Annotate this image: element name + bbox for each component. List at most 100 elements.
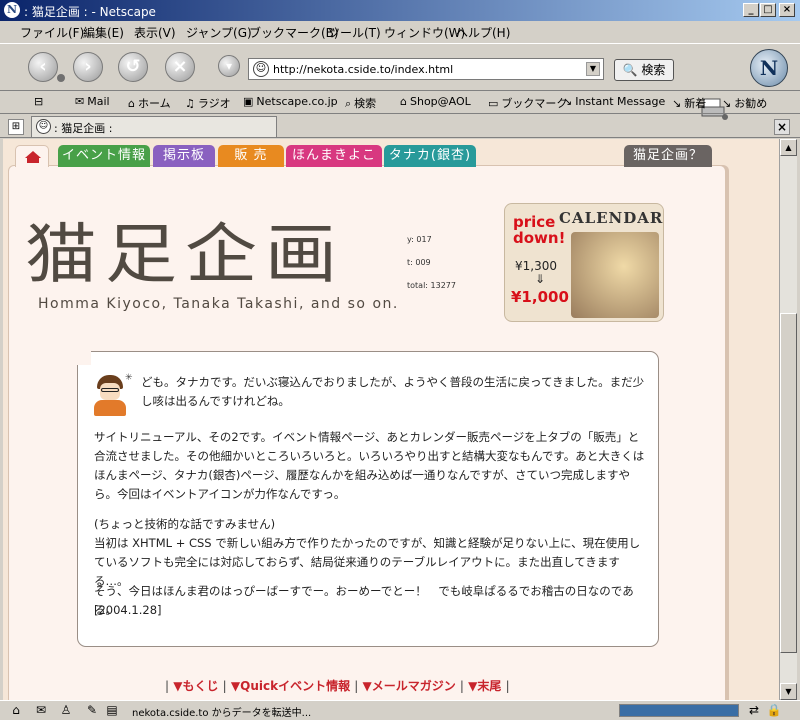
bookmark-search[interactable]: ⌕ 検索 (345, 95, 376, 111)
calendar-banner[interactable]: price down! CALENDAR ¥1,300 ⇓ ¥1,000 (504, 203, 664, 322)
bookmark-link-icon: ↘ (722, 97, 732, 110)
address-book-icon[interactable]: ▤ (104, 703, 120, 718)
bookmark-link-icon: ↘ (672, 97, 682, 110)
menu-edit[interactable]: 編集(E) (83, 24, 124, 41)
bookmark-link-icon: ↘ (563, 95, 573, 108)
bottom-navigation: | ▼もくじ | ▼Quickイベント情報 | ▼メールマガジン | ▼末尾 | (165, 679, 510, 693)
forward-arrow-icon[interactable]: › (73, 52, 103, 82)
old-price: ¥1,300 (515, 259, 557, 273)
vertical-scrollbar[interactable]: ▲ ▼ (779, 139, 797, 700)
nav-mail-magazine-link[interactable]: ▼メールマガジン (363, 679, 456, 693)
tab-shop[interactable]: 販 売 (218, 145, 284, 167)
browser-tab[interactable]: ☺ : 猫足企画 : (31, 116, 277, 137)
menu-help[interactable]: ヘルプ(H) (456, 24, 510, 41)
url-bar[interactable]: ☺ http://nekota.cside.to/index.html ▼ (248, 58, 604, 80)
mail-status-icon[interactable]: ✉ (33, 703, 49, 718)
radio-icon: ♫ (185, 97, 195, 110)
personal-toolbar-menu-icon[interactable]: ⊟ (34, 95, 43, 108)
navigation-toolbar: ‹ › ↺ × ☺ http://nekota.cside.to/index.h… (0, 43, 800, 120)
site-favicon: ☺ (253, 61, 269, 77)
menu-view[interactable]: 表示(V) (134, 24, 176, 41)
message-paragraph-3: (ちょっと技術的な話ですみません) 当初は XHTML + CSS で新しい組み… (94, 517, 641, 588)
counter-total: total: 13277 (407, 281, 456, 290)
online-status-icon[interactable]: ⇄ (746, 703, 762, 718)
nav-quick-events-link[interactable]: ▼Quickイベント情報 (231, 679, 350, 693)
tab-tanaka[interactable]: タナカ(銀杏) (384, 145, 476, 167)
bookmark-folder[interactable]: ▭ ブックマーク (488, 95, 567, 111)
stop-icon[interactable]: × (165, 52, 195, 82)
tab-strip: ☺ : 猫足企画 : (0, 116, 800, 138)
loading-progress-bar (619, 704, 739, 717)
url-text[interactable]: http://nekota.cside.to/index.html (273, 63, 453, 76)
price-arrow: ⇓ (535, 272, 546, 286)
bookmark-new[interactable]: ↘ 新着 (672, 95, 706, 111)
status-bar: ⌂ ✉ ♙ ✎ ▤ nekota.cside.to からデータを転送中... ⇄… (0, 700, 800, 720)
bookmark-shop-aol[interactable]: ⌂ Shop@AOL (400, 95, 471, 108)
close-window-button[interactable]: × (779, 3, 795, 17)
mail-icon: ✉ (75, 95, 85, 108)
menu-window[interactable]: ウィンドウ(W) (384, 24, 465, 41)
netscape-my-icon: ▣ (243, 95, 254, 108)
maximize-button[interactable]: □ (760, 3, 776, 17)
magnifier-icon: ⌕ (345, 97, 352, 110)
home-icon: ⌂ (128, 97, 135, 110)
counter-today: t: 009 (407, 258, 431, 267)
reload-icon[interactable]: ↺ (118, 52, 148, 82)
instant-messenger-icon[interactable]: ♙ (58, 703, 74, 718)
calendar-artwork (571, 232, 659, 318)
shop-icon: ⌂ (400, 95, 407, 108)
bookmark-mail[interactable]: ✉ Mail (75, 95, 110, 108)
scroll-down-icon[interactable]: ▼ (780, 683, 797, 700)
bookmark-netscape[interactable]: ▣ Netscape.co.jp (243, 95, 338, 108)
browser-tab-label: : 猫足企画 : (54, 122, 113, 135)
tab-bbs[interactable]: 掲示板 (153, 145, 215, 167)
new-tab-icon[interactable]: ⊞ (8, 119, 24, 135)
bookmark-radio[interactable]: ♫ ラジオ (185, 95, 231, 111)
tanaka-avatar: ✳ (93, 373, 133, 417)
sparkle-icon: ✳ (125, 373, 133, 383)
navigator-icon[interactable]: ⌂ (8, 703, 24, 718)
security-lock-icon[interactable]: 🔒 (766, 703, 782, 718)
netscape-app-icon[interactable]: N (4, 2, 20, 18)
close-tab-button[interactable]: × (774, 119, 790, 135)
nav-end-link[interactable]: ▼末尾 (468, 679, 501, 693)
message-paragraph-2: サイトリニューアル、その2です。イベント情報ページ、あとカレンダー販売ページを上… (94, 430, 645, 501)
bookmark-instant-message[interactable]: ↘ Instant Message (563, 95, 665, 108)
back-arrow-icon[interactable]: ‹ (28, 52, 58, 82)
window-titlebar: N : 猫足企画 : - Netscape _ □ × (0, 0, 800, 21)
menu-tools[interactable]: ツール(T) (328, 24, 381, 41)
scroll-thumb[interactable] (780, 313, 797, 653)
home-tab[interactable] (15, 145, 49, 167)
message-date: [2004.1.28] (94, 603, 162, 617)
page-content: イベント情報 掲示板 販 売 ほんまきよこ タナカ(銀杏) 猫足企画？ 猫足企画… (3, 139, 779, 700)
new-price: ¥1,000 (511, 288, 569, 306)
composer-icon[interactable]: ✎ (84, 703, 100, 718)
back-dropdown-icon[interactable] (57, 74, 65, 82)
bookmark-home[interactable]: ⌂ ホーム (128, 95, 171, 111)
message-paragraph-1: ども。タナカです。だいぶ寝込んでおりましたが、ようやく普段の生活に戻ってきました… (141, 375, 645, 408)
netscape-logo-icon[interactable]: N (750, 49, 788, 87)
nav-contents-link[interactable]: ▼もくじ (173, 679, 218, 693)
window-title: : 猫足企画 : - Netscape (24, 5, 156, 19)
status-text: nekota.cside.to からデータを転送中... (132, 708, 312, 719)
bookmark-recommend[interactable]: ↘ お勧め (722, 95, 767, 111)
search-button[interactable]: 🔍 検索 (614, 59, 674, 81)
tab-events[interactable]: イベント情報 (58, 145, 150, 167)
menu-bar: ファイル(F) 編集(E) 表示(V) ジャンプ(G) ブックマーク(B) ツー… (0, 21, 800, 43)
calendar-title: CALENDAR (559, 209, 664, 227)
counter-yesterday: y: 017 (407, 235, 432, 244)
tab-about[interactable]: 猫足企画？ (624, 145, 712, 167)
menu-go[interactable]: ジャンプ(G) (186, 24, 252, 41)
menu-file[interactable]: ファイル(F) (20, 24, 84, 41)
personal-toolbar: ⊟ ✉ Mail ⌂ ホーム ♫ ラジオ ▣ Netscape.co.jp ⌕ 検索 ⌂ S… (0, 92, 800, 114)
tab-homma[interactable]: ほんまきよこ (286, 145, 382, 167)
history-icon[interactable]: ▾ (218, 55, 240, 77)
url-dropdown-icon[interactable]: ▼ (586, 62, 600, 76)
minimize-button[interactable]: _ (743, 3, 759, 17)
site-logo: 猫足企画 (25, 216, 346, 292)
folder-icon: ▭ (488, 97, 499, 110)
site-tagline: Homma Kiyoco, Tanaka Takashi, and so on. (38, 296, 399, 312)
menu-bookmarks[interactable]: ブックマーク(B) (249, 24, 339, 41)
scroll-up-icon[interactable]: ▲ (780, 139, 797, 156)
tab-favicon: ☺ (36, 119, 51, 134)
